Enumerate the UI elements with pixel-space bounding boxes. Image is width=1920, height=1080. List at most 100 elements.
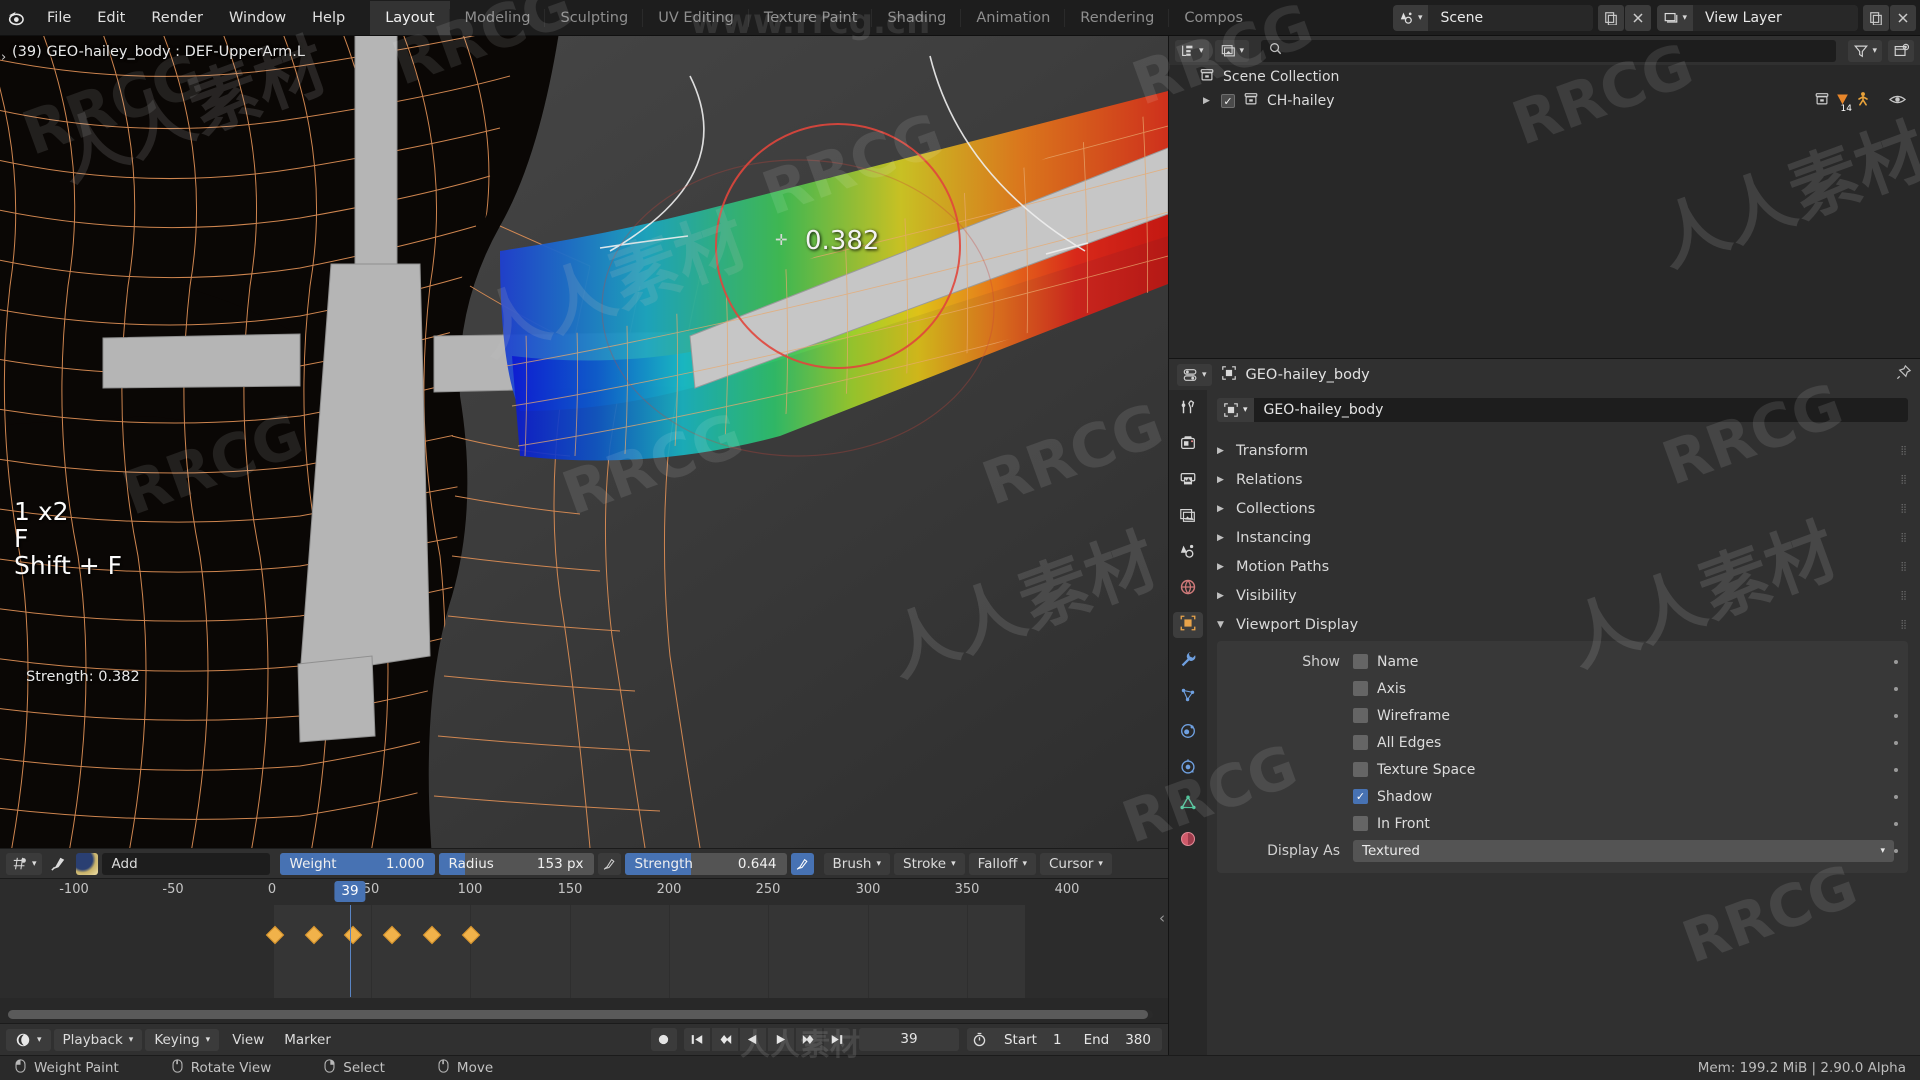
properties-tab-render[interactable]: [1173, 432, 1203, 458]
expand-triangle-icon[interactable]: ▶: [1203, 96, 1213, 106]
panel-header-collections[interactable]: ▶ Collections ⣿: [1217, 494, 1908, 523]
properties-tab-particles[interactable]: [1173, 684, 1203, 710]
blender-logo-icon[interactable]: [0, 1, 34, 35]
timeline-keyframe-area[interactable]: [0, 905, 1168, 998]
workspace-tab-sculpting[interactable]: Sculpting: [545, 1, 643, 35]
view-layer-name[interactable]: View Layer: [1693, 4, 1858, 31]
menu-edit[interactable]: Edit: [84, 5, 138, 31]
outliner-display-mode-icon[interactable]: ▾: [1175, 39, 1209, 62]
properties-editor[interactable]: ▾ GEO-hailey_body ▾ GEO-hailey_body ▶ Tr…: [1168, 358, 1920, 1055]
strength-slider[interactable]: Strength 0.644: [624, 852, 787, 875]
properties-tab-constraints[interactable]: [1173, 756, 1203, 782]
properties-tab-output[interactable]: [1173, 468, 1203, 494]
object-icon[interactable]: ▾: [1217, 398, 1254, 422]
properties-tab-object-data[interactable]: [1173, 792, 1203, 818]
pin-icon[interactable]: [1895, 364, 1912, 385]
scene-name[interactable]: Scene: [1428, 4, 1594, 31]
3d-viewport[interactable]: › (39) GEO-hailey_body : DEF-UpperArm.L …: [0, 36, 1168, 848]
jump-end-icon[interactable]: [823, 1028, 850, 1051]
new-collection-icon[interactable]: [1888, 39, 1914, 62]
animate-property-dot[interactable]: [1894, 848, 1898, 853]
brush-name-field[interactable]: Add: [101, 852, 270, 875]
play-icon[interactable]: [767, 1028, 794, 1051]
new-scene-button[interactable]: [1598, 4, 1625, 31]
keyframe-marker[interactable]: [343, 925, 363, 945]
viewport-collapse-arrow[interactable]: ›: [1, 50, 6, 65]
properties-tab-view-layer[interactable]: [1173, 504, 1203, 530]
jump-start-icon[interactable]: [683, 1028, 710, 1051]
display-as-select[interactable]: Textured ▾: [1353, 839, 1894, 862]
view-layer-selector[interactable]: ▾ View Layer: [1657, 4, 1858, 31]
animate-property-dot[interactable]: [1894, 713, 1898, 718]
radius-pressure-icon[interactable]: [597, 852, 621, 875]
checkbox-wireframe[interactable]: [1353, 708, 1368, 723]
menu-window[interactable]: Window: [216, 5, 299, 31]
panel-drag-grip[interactable]: ⣿: [1900, 591, 1908, 601]
playbar-menu-view[interactable]: View: [222, 1029, 274, 1051]
properties-tab-tool[interactable]: [1173, 396, 1203, 422]
keyframe-marker[interactable]: [461, 925, 481, 945]
outliner-row-ch-hailey[interactable]: ▶ ✓ CH-hailey 14: [1169, 89, 1920, 114]
properties-tab-world[interactable]: [1173, 576, 1203, 602]
timeline-ruler[interactable]: -100 -50 0 50 100 150 200 250 300 350 400: [0, 879, 1168, 905]
panel-drag-grip[interactable]: ⣿: [1900, 504, 1908, 514]
animate-property-dot[interactable]: [1894, 794, 1898, 799]
workspace-tab-layout[interactable]: Layout: [370, 0, 450, 35]
record-icon[interactable]: [650, 1028, 677, 1051]
search-input[interactable]: [1261, 39, 1837, 62]
keyframe-marker[interactable]: [304, 925, 324, 945]
tool-menu-brush[interactable]: Brush ▾: [823, 852, 891, 875]
animate-property-dot[interactable]: [1894, 767, 1898, 772]
timeline-horizontal-scrollbar[interactable]: [8, 1010, 1153, 1019]
workspace-tab-texture-paint[interactable]: Texture Paint: [749, 1, 873, 35]
playbar-menu-playback[interactable]: Playback ▾: [53, 1028, 143, 1051]
view-layer-icon[interactable]: ▾: [1657, 4, 1693, 31]
armature-icon[interactable]: [1855, 91, 1871, 111]
playbar-menu-keying[interactable]: Keying ▾: [145, 1028, 220, 1051]
playhead-frame-badge[interactable]: 39: [334, 881, 366, 902]
id-type-icon[interactable]: ▾: [1214, 39, 1250, 62]
mesh-data-icon[interactable]: 14: [1834, 91, 1852, 114]
properties-tab-scene[interactable]: [1173, 540, 1203, 566]
properties-tab-physics[interactable]: [1173, 720, 1203, 746]
panel-drag-grip[interactable]: ⣿: [1900, 533, 1908, 543]
panel-header-instancing[interactable]: ▶ Instancing ⣿: [1217, 523, 1908, 552]
tool-menu-cursor[interactable]: Cursor ▾: [1040, 852, 1112, 875]
filter-icon[interactable]: ▾: [1848, 39, 1882, 62]
frame-end-field[interactable]: End 380: [1073, 1028, 1162, 1051]
panel-drag-grip[interactable]: ⣿: [1900, 562, 1908, 572]
animate-property-dot[interactable]: [1894, 740, 1898, 745]
properties-editor-icon[interactable]: ▾: [1177, 363, 1212, 386]
timeline-editor-icon[interactable]: ▾: [6, 1028, 51, 1051]
checkbox-all-edges[interactable]: [1353, 735, 1368, 750]
workspace-tab-modeling[interactable]: Modeling: [450, 1, 546, 35]
strength-pressure-icon[interactable]: [790, 852, 814, 875]
outliner-row-scene-collection[interactable]: Scene Collection: [1169, 65, 1920, 89]
current-frame-field[interactable]: 39: [858, 1028, 959, 1051]
tool-menu-stroke[interactable]: Stroke ▾: [894, 852, 965, 875]
brush-preview-icon[interactable]: [75, 852, 98, 875]
outliner-editor[interactable]: ▾ ▾ ▾ Scene Collection ▶ ✓ CH-hailey 14: [1168, 36, 1920, 358]
collection-icon[interactable]: [1814, 91, 1830, 111]
scene-selector[interactable]: ▾ Scene: [1392, 4, 1594, 31]
panel-header-transform[interactable]: ▶ Transform ⣿: [1217, 436, 1908, 465]
animate-property-dot[interactable]: [1894, 659, 1898, 664]
panel-header-relations[interactable]: ▶ Relations ⣿: [1217, 465, 1908, 494]
checkbox-in-front[interactable]: [1353, 816, 1368, 831]
tool-menu-falloff[interactable]: Falloff ▾: [968, 852, 1036, 875]
panel-drag-grip[interactable]: ⣿: [1900, 475, 1908, 485]
menu-render[interactable]: Render: [138, 5, 216, 31]
workspace-tab-uv-editing[interactable]: UV Editing: [643, 1, 749, 35]
frame-start-field[interactable]: Start 1: [993, 1028, 1073, 1051]
new-view-layer-button[interactable]: [1863, 4, 1889, 31]
panel-drag-grip[interactable]: ⣿: [1900, 620, 1908, 630]
timer-icon[interactable]: [967, 1028, 993, 1051]
keyframe-marker[interactable]: [422, 925, 442, 945]
prev-keyframe-icon[interactable]: [711, 1028, 738, 1051]
playbar-menu-marker[interactable]: Marker: [274, 1029, 341, 1051]
remove-scene-button[interactable]: [1625, 4, 1652, 31]
checkbox-texture-space[interactable]: [1353, 762, 1368, 777]
outliner-checkbox[interactable]: ✓: [1221, 94, 1235, 108]
keyframe-marker[interactable]: [382, 925, 402, 945]
eye-icon[interactable]: [1888, 93, 1920, 110]
